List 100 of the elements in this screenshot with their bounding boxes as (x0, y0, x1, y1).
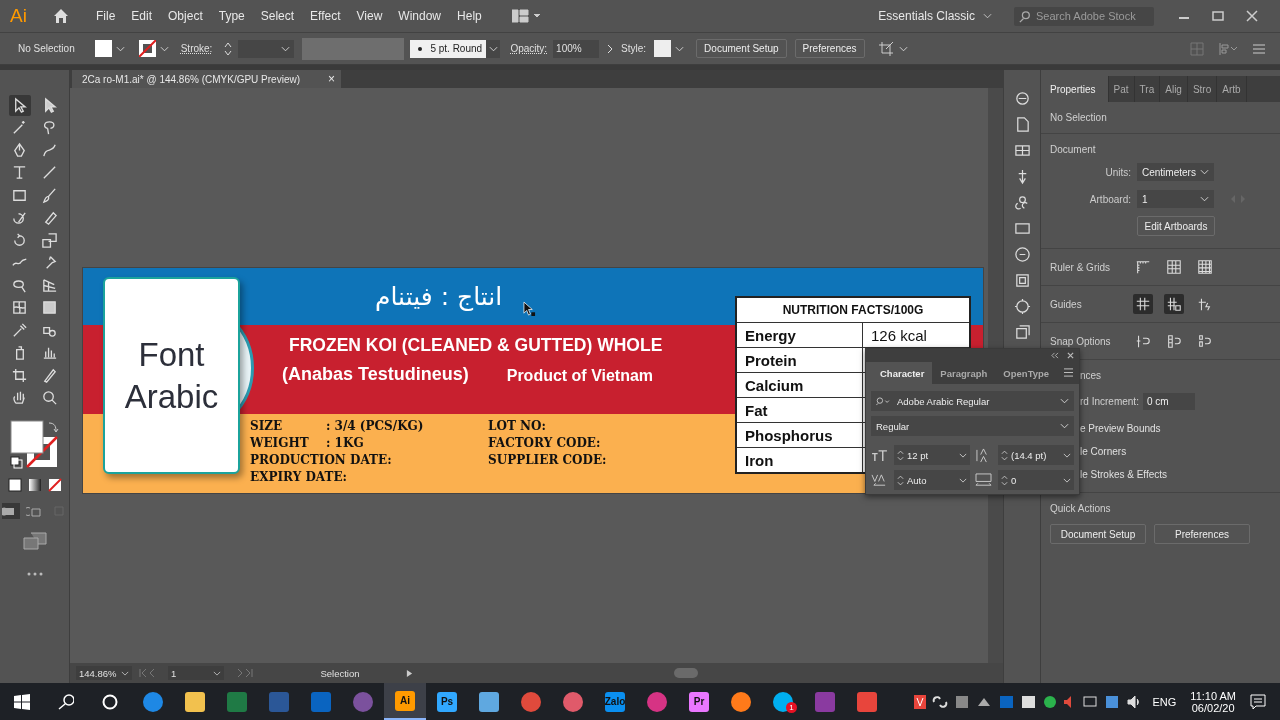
fill-swatch[interactable] (94, 40, 112, 57)
notifications-icon[interactable] (1250, 693, 1266, 710)
field-label: PRODUCTION DATE: (250, 453, 392, 469)
menu-item[interactable]: Select (252, 9, 303, 23)
panel-tab[interactable]: Character (866, 362, 933, 384)
gradient-mode-icon[interactable] (27, 478, 42, 493)
draw-normal-icon[interactable] (1, 502, 20, 519)
selection-tool-icon[interactable] (8, 94, 31, 116)
cortana-icon[interactable] (102, 693, 118, 710)
transparency-grid-icon[interactable] (1195, 257, 1215, 277)
table-cell: Protein (737, 348, 863, 372)
menu-item[interactable]: Window (390, 9, 450, 23)
kerning-icon (871, 472, 888, 488)
panel-tab[interactable]: Tra (1134, 76, 1161, 102)
caret-button[interactable] (486, 39, 501, 58)
tracking-field[interactable]: 0 (998, 470, 1074, 490)
caret-icon[interactable] (675, 45, 685, 52)
start-icon[interactable] (14, 693, 30, 710)
artboard-dropdown[interactable]: 1 (1137, 190, 1214, 208)
close-icon[interactable] (1246, 10, 1258, 22)
leading-field[interactable]: (14.4 pt) (998, 445, 1074, 465)
panel-tab[interactable]: Pat (1108, 76, 1135, 102)
quick-action-button[interactable]: Preferences (1154, 524, 1250, 544)
panel-icon[interactable] (1013, 246, 1031, 263)
menu-item[interactable]: Effect (302, 9, 349, 23)
quick-action-button[interactable]: Document Setup (1050, 524, 1146, 544)
play-icon[interactable] (406, 668, 413, 678)
workspace-dropdown[interactable]: Essentials Classic (878, 9, 992, 23)
panel-icon[interactable] (1013, 324, 1031, 341)
taskbar-app[interactable]: Zalo (594, 683, 636, 720)
caret-icon (983, 13, 992, 19)
menu-icon[interactable] (1063, 368, 1074, 377)
grid-icon[interactable] (1164, 257, 1184, 277)
edit-artboards-button[interactable]: Edit Artboards (1137, 216, 1215, 236)
units-dropdown[interactable]: Centimeters (1137, 163, 1214, 181)
color-mode-icon[interactable] (7, 478, 22, 493)
more-icon[interactable] (26, 572, 43, 576)
guides-icon[interactable] (1133, 294, 1153, 314)
transform-icon[interactable] (876, 39, 895, 58)
style-swatch[interactable] (654, 40, 672, 57)
panel-tab[interactable]: Stro (1187, 76, 1218, 102)
panel-icon[interactable] (1013, 298, 1031, 315)
panel-tab[interactable]: Properties (1041, 76, 1109, 102)
table-cell: Phosphorus (737, 423, 863, 447)
menu-item[interactable]: View (348, 9, 391, 23)
caret-icon[interactable] (159, 45, 169, 52)
increment-label: rd Increment: (1080, 395, 1139, 407)
workspace-switcher-icon[interactable] (511, 9, 542, 23)
panel-icon[interactable] (1013, 272, 1031, 289)
zoom-field[interactable]: 144.86% (76, 666, 132, 680)
arrow-right-icon[interactable] (607, 43, 614, 54)
home-icon[interactable] (52, 7, 70, 25)
taskbar-app[interactable]: 1 (762, 683, 804, 720)
menu-item[interactable]: Object (160, 9, 211, 23)
current-tool-status: Selection (319, 667, 361, 679)
stroke-swatch[interactable] (138, 40, 156, 57)
artboard-field[interactable]: 1 (168, 666, 224, 680)
language-indicator[interactable]: ENG (1152, 695, 1177, 708)
panel-icon[interactable] (1013, 90, 1031, 107)
panel-tab[interactable]: Alig (1160, 76, 1188, 102)
menu-item[interactable]: Type (210, 9, 253, 23)
panel-icon[interactable] (1013, 142, 1031, 159)
taskbar-app[interactable]: Ps (426, 683, 468, 720)
taskbar-app[interactable]: Ai (384, 683, 426, 720)
none-mode-icon[interactable] (47, 478, 62, 493)
lock-guides-icon[interactable] (1164, 294, 1184, 314)
panel-tab[interactable]: Artb (1217, 76, 1247, 102)
origin-text: Product of Vietnam (506, 367, 654, 385)
collapse-icon[interactable] (1050, 352, 1059, 359)
table-cell: Energy (737, 323, 863, 347)
search-icon[interactable] (58, 693, 74, 710)
panel-icon[interactable] (1013, 220, 1031, 237)
caret-icon[interactable] (898, 45, 908, 52)
toolbar-button[interactable]: Document Setup (696, 39, 787, 58)
stepper-icon (1001, 473, 1008, 487)
font-family-dropdown[interactable]: Adobe Arabic Regular (871, 391, 1074, 411)
kerning-field[interactable]: Auto (894, 470, 970, 490)
brush-dropdown[interactable]: 5 pt. Round (410, 39, 487, 58)
taskbar-app[interactable]: Pr (678, 683, 720, 720)
menu-item[interactable]: File (88, 9, 124, 23)
toolbar-button[interactable]: Preferences (794, 39, 865, 58)
panel-tab[interactable]: OpenType (995, 362, 1058, 384)
menu-item[interactable]: Help (449, 9, 490, 23)
caret-icon[interactable] (115, 45, 125, 52)
stock-search-field[interactable]: Search Adobe Stock (1014, 6, 1154, 26)
document-tab[interactable]: 2Ca ro-M1.ai* @ 144.86% (CMYK/GPU Preview) × (72, 70, 341, 88)
opacity-field[interactable]: 100% (553, 39, 600, 58)
field-value: : 3/4 (PCS/KG) (326, 419, 424, 435)
stepper-icon[interactable] (224, 40, 233, 57)
maximize-icon[interactable] (1212, 10, 1224, 22)
increment-field[interactable]: 0 cm (1142, 392, 1195, 410)
menu-item[interactable]: Edit (123, 9, 161, 23)
fill-stroke-drawing[interactable] (8, 419, 61, 471)
font-size-field[interactable]: 12 pt (894, 445, 970, 465)
clock-date[interactable]: 06/02/20 (1191, 701, 1235, 714)
clock-time[interactable]: 11:10 AM (1190, 689, 1236, 702)
close-icon[interactable] (1067, 352, 1074, 359)
stepper-icon (897, 473, 904, 487)
panel-tab[interactable]: Paragraph (932, 362, 996, 384)
font-style-dropdown[interactable]: Regular (871, 416, 1074, 436)
